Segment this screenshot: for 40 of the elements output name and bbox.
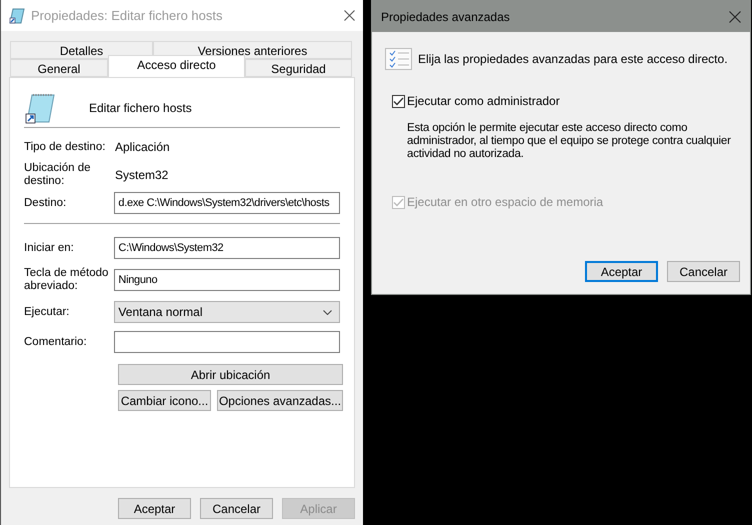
checkbox[interactable] xyxy=(392,94,405,108)
intro-text: Elija las propiedades avanzadas para este acceso directo. xyxy=(418,51,728,68)
close-icon[interactable] xyxy=(729,10,741,22)
dialog-button[interactable]: Aceptar xyxy=(118,498,191,519)
field-label: Comentario: xyxy=(24,336,88,348)
tab[interactable]: Versiones anteriores xyxy=(153,41,352,59)
field-label: Ejecutar: xyxy=(24,306,70,318)
dialog-button[interactable]: Cancelar xyxy=(200,498,273,519)
dropdown[interactable]: Ventana normal xyxy=(114,301,340,323)
tab[interactable]: Acceso directo xyxy=(108,55,245,77)
text-field[interactable] xyxy=(114,331,340,353)
shortcut-name: Editar fichero hosts xyxy=(89,100,192,117)
text-field[interactable]: Ninguno xyxy=(114,269,340,291)
field-value: System32 xyxy=(115,167,168,184)
field-label: Tipo de destino: xyxy=(24,140,106,154)
tab[interactable]: General xyxy=(10,59,108,77)
checkbox-label: Ejecutar como administrador xyxy=(407,93,560,110)
field-label: Destino: xyxy=(24,196,68,210)
dialog-button[interactable]: Cancelar xyxy=(667,261,740,282)
dialog-title: Propiedades avanzadas xyxy=(381,8,511,26)
field-label: Iniciar en: xyxy=(24,242,75,254)
action-button[interactable]: Cambiar icono... xyxy=(118,390,211,411)
notepad-icon xyxy=(24,92,56,124)
open-location-button[interactable]: Abrir ubicación xyxy=(118,364,343,385)
field-label: Ubicación de destino: xyxy=(24,162,92,188)
notepad-icon xyxy=(9,8,25,24)
action-button[interactable]: Opciones avanzadas... xyxy=(217,390,343,411)
chevron-down-icon xyxy=(323,310,332,314)
field-value: Aplicación xyxy=(115,139,170,156)
field-label: Tecla de método abreviado: xyxy=(24,267,110,293)
checkbox-label: Ejecutar en otro espacio de memoria xyxy=(407,194,604,211)
option-description: Esta opción le permite ejecutar este acceso directo como administrador, al tiempo que el equipo se protege contra cualquier actividad no autorizada. xyxy=(406,121,732,161)
tab[interactable]: Seguridad xyxy=(245,59,352,77)
checklist-icon xyxy=(385,48,412,70)
dialog-button[interactable]: Aceptar xyxy=(585,261,658,282)
tab[interactable]: Detalles xyxy=(10,41,153,59)
window-title: Propiedades: Editar fichero hosts xyxy=(31,6,224,25)
close-icon[interactable] xyxy=(344,10,355,21)
text-field[interactable]: C:\Windows\System32 xyxy=(114,237,340,259)
text-field[interactable]: d.exe C:\Windows\System32\drivers\etc\hosts xyxy=(114,192,340,214)
